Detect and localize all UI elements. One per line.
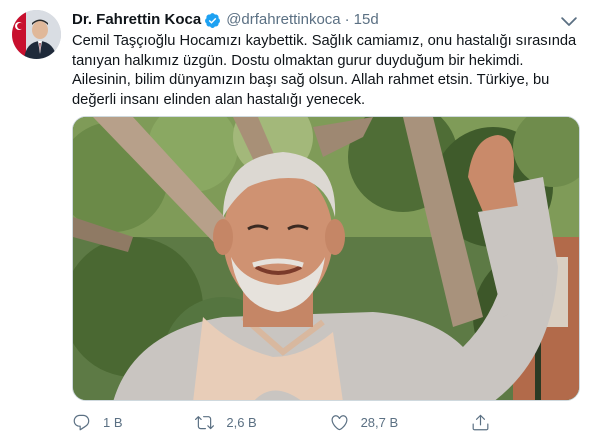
verified-badge-icon xyxy=(204,12,221,29)
tweet-timestamp[interactable]: 15d xyxy=(354,10,379,30)
author-name[interactable]: Dr. Fahrettin Koca xyxy=(72,10,201,30)
share-button[interactable] xyxy=(471,413,502,432)
reply-button[interactable]: 1 B xyxy=(72,413,123,432)
separator-dot: · xyxy=(344,11,350,28)
reply-count: 1 B xyxy=(103,414,123,430)
tweet-text: Cemil Taşçıoğlu Hocamızı kaybettik. Sağl… xyxy=(72,33,577,108)
retweet-count: 2,6 B xyxy=(226,414,257,430)
retweet-icon xyxy=(195,415,215,429)
tweet-actions: 1 B 2,6 B 28,7 B xyxy=(72,411,502,433)
share-icon xyxy=(472,414,489,430)
author-handle[interactable]: @drfahrettinkoca xyxy=(226,10,340,30)
tweet-photo[interactable] xyxy=(72,116,580,401)
tweet[interactable]: Dr. Fahrettin Koca @drfahrettinkoca · 15… xyxy=(0,0,590,435)
like-button[interactable]: 28,7 B xyxy=(330,413,399,432)
avatar[interactable] xyxy=(12,10,61,59)
chevron-down-icon[interactable] xyxy=(558,10,580,32)
retweet-button[interactable]: 2,6 B xyxy=(195,413,257,432)
reply-icon xyxy=(73,414,90,430)
tweet-header: Dr. Fahrettin Koca @drfahrettinkoca · 15… xyxy=(72,10,379,30)
like-count: 28,7 B xyxy=(360,414,399,430)
heart-icon xyxy=(331,414,348,430)
